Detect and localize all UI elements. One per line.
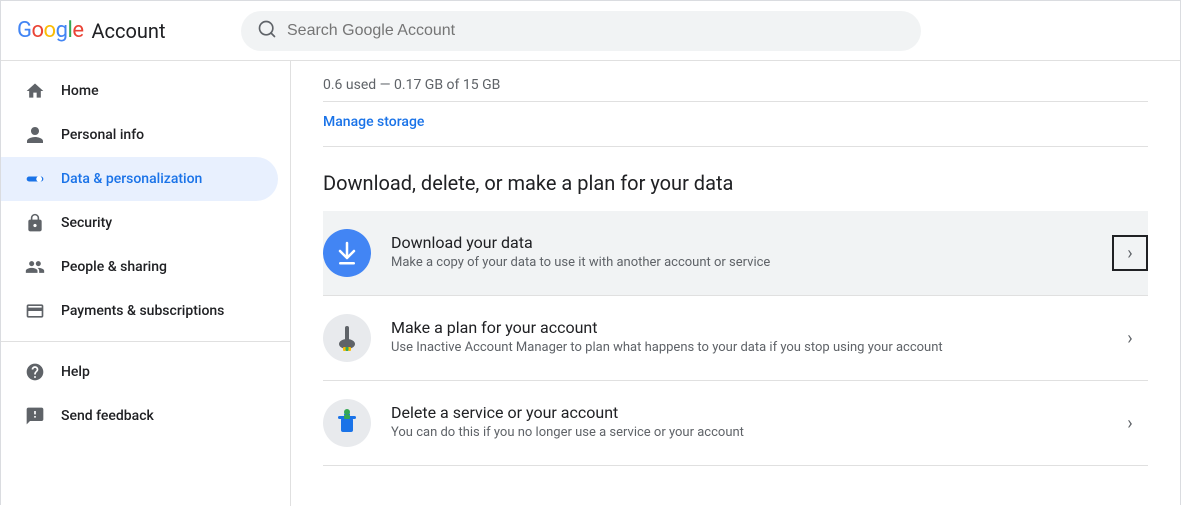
chevron-icon-delete[interactable]: › (1112, 405, 1148, 441)
card-desc-delete: You can do this if you no longer use a s… (391, 424, 1100, 442)
logo-area: Google Account (17, 18, 217, 43)
plan-icon-wrap (323, 314, 371, 362)
manage-storage-link[interactable]: Manage storage (323, 102, 1148, 147)
card-title-delete: Delete a service or your account (391, 403, 1100, 422)
delete-icon-wrap (323, 399, 371, 447)
toggle-icon (25, 169, 45, 189)
sidebar-item-send-feedback[interactable]: Send feedback (1, 394, 278, 438)
sidebar-label-data-personalization: Data & personalization (61, 171, 202, 187)
search-input-wrap[interactable] (241, 11, 921, 51)
feedback-icon (25, 406, 45, 426)
card-text-delete: Delete a service or your account You can… (391, 403, 1100, 442)
chevron-icon-download[interactable]: › (1112, 235, 1148, 271)
home-icon (25, 81, 45, 101)
download-icon-wrap (323, 229, 371, 277)
main-content: 0.6 used — 0.17 GB of 15 GB Manage stora… (291, 61, 1180, 506)
people-icon (25, 257, 45, 277)
storage-bar-row: 0.6 used — 0.17 GB of 15 GB (323, 61, 1148, 102)
sidebar-item-people-sharing[interactable]: People & sharing (1, 245, 278, 289)
header: Google Account (1, 1, 1180, 61)
card-row-plan[interactable]: Make a plan for your account Use Inactiv… (323, 296, 1148, 381)
card-row-delete[interactable]: Delete a service or your account You can… (323, 381, 1148, 466)
sidebar-item-help[interactable]: Help (1, 350, 278, 394)
help-icon (25, 362, 45, 382)
card-desc-plan: Use Inactive Account Manager to plan wha… (391, 339, 1100, 357)
sidebar-item-security[interactable]: Security (1, 201, 278, 245)
person-icon (25, 125, 45, 145)
lock-icon (25, 213, 45, 233)
sidebar-item-data-personalization[interactable]: Data & personalization (1, 157, 278, 201)
credit-card-icon (25, 301, 45, 321)
card-text-download: Download your data Make a copy of your d… (391, 233, 1100, 272)
sidebar-label-help: Help (61, 364, 90, 380)
sidebar-item-payments[interactable]: Payments & subscriptions (1, 289, 278, 333)
search-icon (257, 19, 277, 43)
layout: Home Personal info Data & personalizatio… (1, 61, 1180, 506)
sidebar-label-people-sharing: People & sharing (61, 259, 167, 275)
header-title: Account (91, 19, 165, 43)
storage-text: 0.6 used — 0.17 GB of 15 GB (323, 77, 500, 93)
card-title-plan: Make a plan for your account (391, 318, 1100, 337)
sidebar-label-payments: Payments & subscriptions (61, 303, 224, 319)
sidebar: Home Personal info Data & personalizatio… (1, 61, 291, 506)
sidebar-label-send-feedback: Send feedback (61, 408, 154, 424)
card-title-download: Download your data (391, 233, 1100, 252)
search-bar (241, 11, 921, 51)
sidebar-label-personal-info: Personal info (61, 127, 144, 143)
card-text-plan: Make a plan for your account Use Inactiv… (391, 318, 1100, 357)
chevron-icon-plan[interactable]: › (1112, 320, 1148, 356)
sidebar-item-home[interactable]: Home (1, 69, 278, 113)
search-input[interactable] (287, 22, 905, 40)
sidebar-label-security: Security (61, 215, 112, 231)
sidebar-label-home: Home (61, 83, 99, 99)
section-title: Download, delete, or make a plan for you… (323, 147, 1148, 211)
card-row-download[interactable]: Download your data Make a copy of your d… (323, 211, 1148, 296)
google-logo: Google (17, 18, 83, 43)
sidebar-item-personal-info[interactable]: Personal info (1, 113, 278, 157)
card-desc-download: Make a copy of your data to use it with … (391, 254, 1100, 272)
sidebar-divider (1, 341, 290, 342)
